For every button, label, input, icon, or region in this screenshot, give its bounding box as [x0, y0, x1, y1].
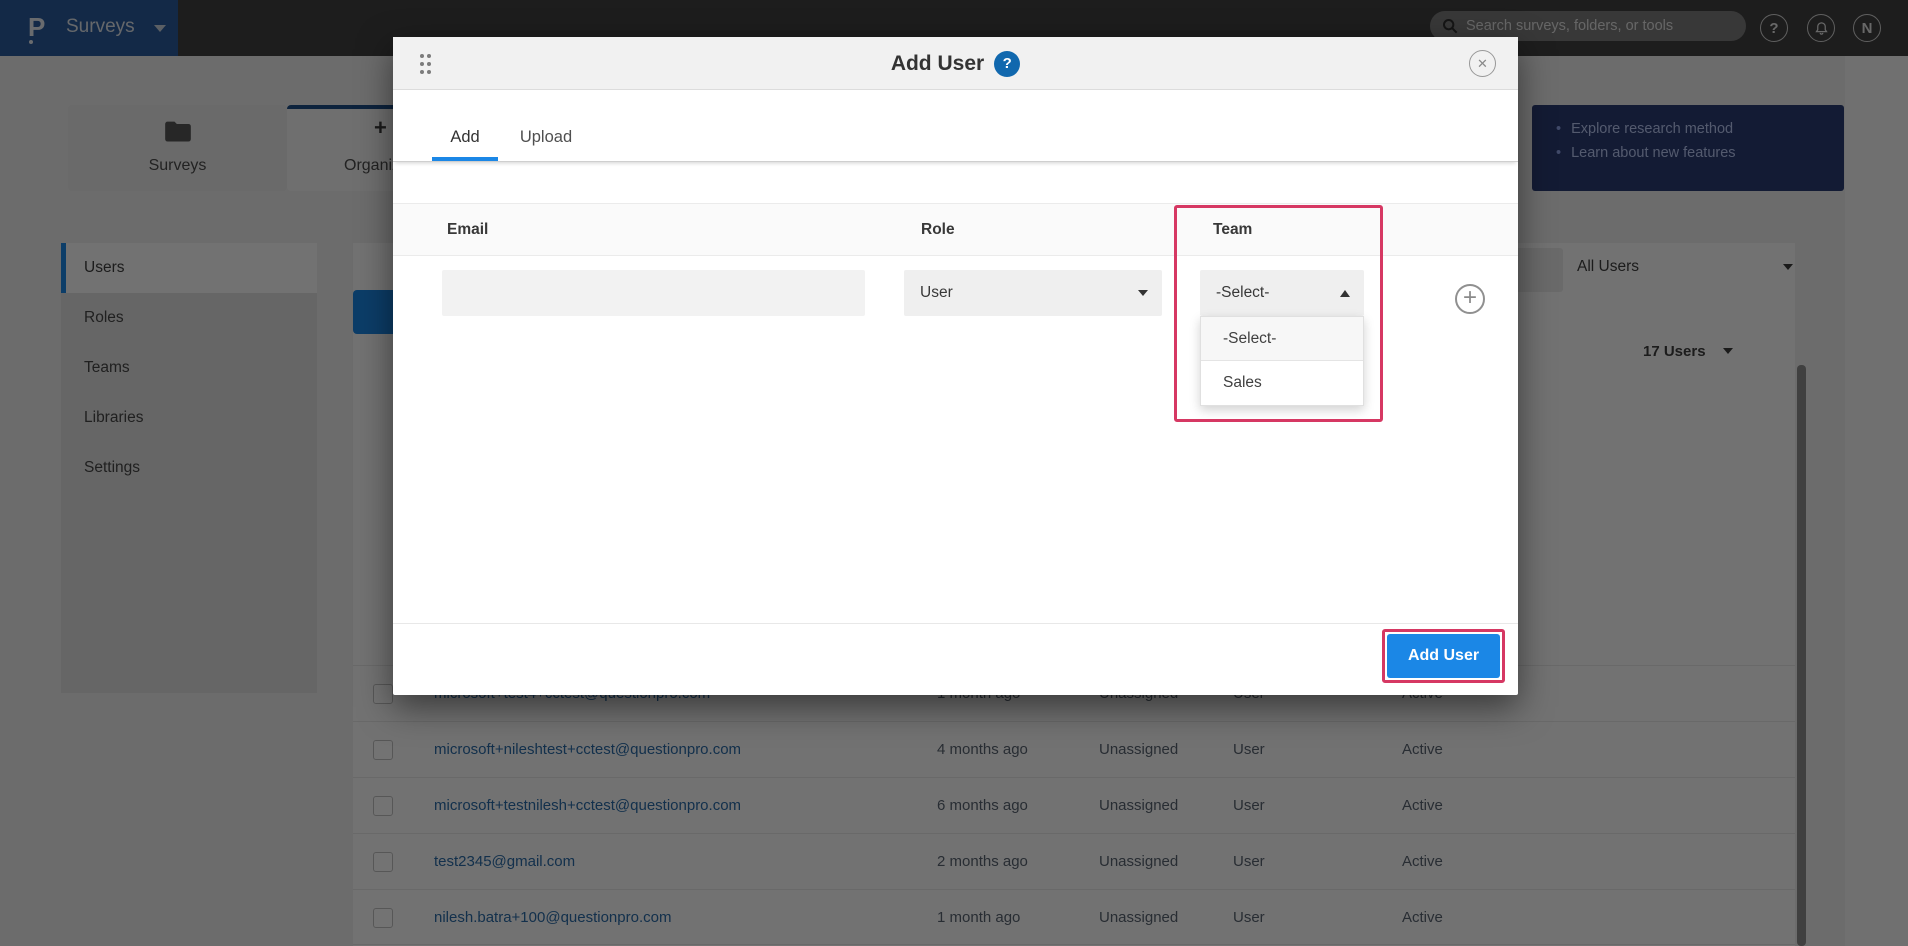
chevron-up-icon	[1340, 290, 1350, 297]
tab-add[interactable]: Add	[432, 117, 498, 161]
role-column-header: Role	[921, 204, 955, 255]
team-column-header: Team	[1213, 204, 1252, 255]
team-dropdown-menu: -Select- Sales	[1200, 316, 1364, 406]
modal-help-icon[interactable]: ?	[994, 51, 1020, 77]
form-header-row: Email Role Team	[393, 203, 1518, 256]
modal-title: Add User	[891, 52, 984, 76]
role-select[interactable]: User	[904, 270, 1162, 316]
add-user-modal: Add User ? ✕ Add Upload Email Role Team …	[393, 37, 1518, 695]
team-option-select[interactable]: -Select-	[1201, 317, 1363, 361]
email-field[interactable]	[442, 270, 865, 316]
add-user-button[interactable]: Add User	[1387, 634, 1500, 678]
team-option-sales[interactable]: Sales	[1201, 361, 1363, 405]
modal-header: Add User ? ✕	[393, 37, 1518, 90]
active-tab-underline	[432, 157, 498, 161]
email-column-header: Email	[447, 204, 488, 255]
modal-tabs: Add Upload	[393, 90, 1518, 162]
footer-divider	[393, 623, 1518, 624]
add-row-button[interactable]: +	[1455, 284, 1485, 314]
tab-upload[interactable]: Upload	[505, 117, 587, 161]
chevron-down-icon	[1138, 290, 1148, 296]
team-select[interactable]: -Select-	[1200, 270, 1364, 316]
close-icon[interactable]: ✕	[1469, 50, 1496, 77]
plus-icon: +	[1463, 284, 1477, 311]
